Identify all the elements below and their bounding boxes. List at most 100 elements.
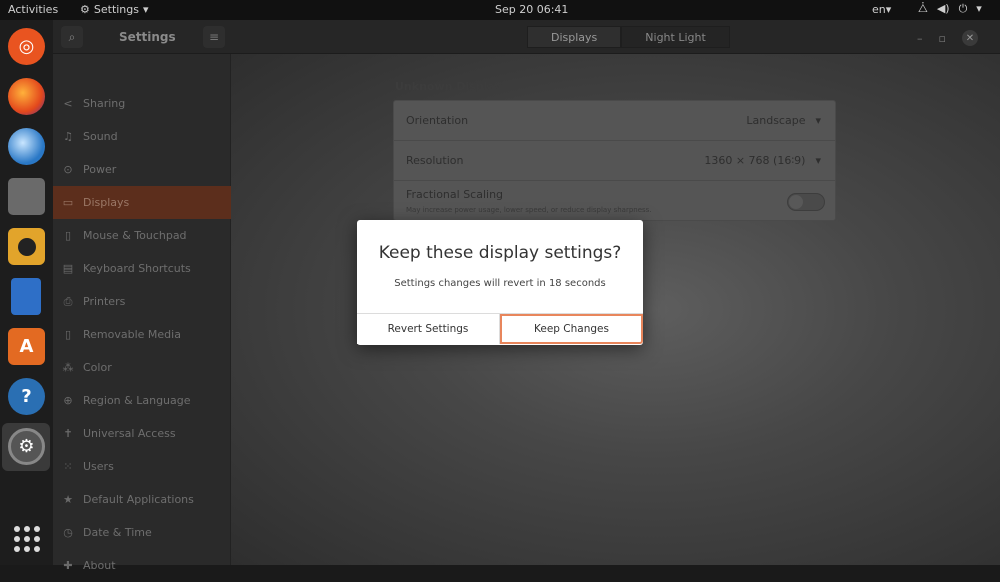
keep-changes-button[interactable]: Keep Changes — [500, 314, 643, 344]
tab-displays[interactable]: Displays — [527, 26, 622, 48]
ubuntu-logo-icon[interactable]: ◎ — [8, 28, 45, 65]
app-menu[interactable]: ⚙ Settings ▾ — [80, 3, 149, 16]
sidebar-item-region-language[interactable]: ⊕ Region & Language — [53, 384, 231, 417]
clock[interactable]: Sep 20 06:41 — [495, 3, 568, 16]
dialog-message: Settings changes will revert in 18 secon… — [394, 278, 606, 289]
keep-settings-dialog: Keep these display settings? Settings ch… — [357, 220, 643, 345]
input-source-menu[interactable]: en▾ — [872, 3, 891, 16]
settings-icon[interactable]: ⚙ — [8, 428, 45, 465]
clock-icon: ◷ — [63, 526, 73, 539]
sidebar-item-universal-access[interactable]: ✝ Universal Access — [53, 417, 231, 450]
gear-icon: ⚙ — [80, 3, 90, 16]
resolution-value: 1360 × 768 (16∶9) — [704, 154, 806, 167]
sidebar: < Sharing ♫ Sound ⊙ Power ▭ Displays ▯ Mouse … — [53, 54, 231, 572]
sidebar-item-label: Date & Time — [83, 526, 152, 539]
share-icon: < — [63, 97, 73, 110]
plus-icon: ✚ — [63, 559, 73, 572]
sidebar-item-users[interactable]: ⁙ Users — [53, 450, 231, 483]
color-icon: ⁂ — [62, 361, 74, 374]
hamburger-icon: ≡ — [208, 30, 220, 44]
firefox-icon[interactable] — [8, 78, 45, 115]
sidebar-item-sound[interactable]: ♫ Sound — [53, 120, 231, 153]
sidebar-item-label: Power — [83, 163, 117, 176]
sidebar-item-removable-media[interactable]: ▯ Removable Media — [53, 318, 231, 351]
orientation-row[interactable]: Orientation Landscape ▾ — [394, 101, 835, 141]
minimize-button[interactable]: – — [917, 32, 923, 45]
close-button[interactable]: ✕ — [961, 30, 978, 46]
media-icon: ▯ — [64, 328, 72, 341]
sidebar-item-displays[interactable]: ▭ Displays — [53, 186, 231, 219]
search-icon: ⌕ — [68, 29, 76, 44]
help-icon[interactable]: ? — [8, 378, 45, 415]
resolution-row[interactable]: Resolution 1360 × 768 (16∶9) ▾ — [394, 141, 835, 181]
network-icon: ⧊ — [918, 2, 928, 15]
maximize-button[interactable]: ▫ — [939, 32, 946, 45]
tab-night-light[interactable]: Night Light — [621, 26, 730, 48]
software-icon[interactable]: A — [8, 328, 45, 365]
sidebar-item-label: Default Applications — [83, 493, 194, 506]
sidebar-item-label: Sound — [83, 130, 118, 143]
resolution-dropdown[interactable]: 1360 × 768 (16∶9) ▾ — [704, 154, 821, 167]
sidebar-item-about[interactable]: ✚ About — [53, 549, 231, 582]
show-applications-icon[interactable] — [14, 526, 40, 552]
sidebar-item-label: Removable Media — [83, 328, 181, 341]
activities-button[interactable]: Activities — [8, 3, 58, 16]
display-name: Unknown Display — [395, 80, 502, 93]
files-icon[interactable] — [8, 178, 45, 215]
dialog-title: Keep these display settings? — [378, 243, 622, 263]
chevron-down-icon: ▾ — [815, 114, 821, 127]
globe-icon: ⊕ — [63, 394, 73, 407]
sidebar-item-color[interactable]: ⁂ Color — [53, 351, 231, 384]
writer-icon[interactable] — [11, 278, 41, 315]
chevron-down-icon: ▾ — [143, 3, 149, 16]
thunderbird-icon[interactable] — [8, 128, 45, 165]
sidebar-item-printers[interactable]: ⎙ Printers — [53, 285, 231, 318]
window-title: Settings — [119, 30, 176, 44]
music-note-icon: ♫ — [63, 130, 73, 143]
display-icon: ▭ — [62, 196, 74, 209]
rhythmbox-icon[interactable] — [8, 228, 45, 265]
orientation-dropdown[interactable]: Landscape ▾ — [746, 114, 821, 127]
app-menu-label: Settings — [93, 3, 139, 16]
dock: ◎ A ? ⚙ — [0, 20, 53, 565]
fractional-scaling-toggle[interactable] — [787, 193, 825, 211]
orientation-value: Landscape — [746, 114, 806, 127]
system-tray[interactable]: ⧊ ◀) ⏻ ▾ — [918, 2, 982, 16]
top-bar: Activities ⚙ Settings ▾ Sep 20 06:41 en▾… — [0, 0, 1000, 20]
search-button[interactable]: ⌕ — [61, 26, 83, 48]
resolution-label: Resolution — [406, 154, 464, 167]
fractional-scaling-label: Fractional Scaling — [406, 188, 504, 201]
sidebar-item-label: Displays — [83, 196, 130, 209]
printer-icon: ⎙ — [63, 294, 73, 308]
sidebar-item-label: Printers — [83, 295, 126, 308]
sidebar-item-label: Universal Access — [83, 427, 176, 440]
mouse-icon: ▯ — [64, 229, 72, 242]
tab-bar: Displays Night Light — [527, 26, 730, 48]
power-icon: ⏻ — [958, 2, 968, 15]
sidebar-item-power[interactable]: ⊙ Power — [53, 153, 231, 186]
sidebar-item-label: Sharing — [83, 97, 126, 110]
sidebar-item-label: Mouse & Touchpad — [83, 229, 187, 242]
chevron-down-icon: ▾ — [815, 154, 821, 167]
chevron-down-icon: ▾ — [976, 2, 982, 15]
sidebar-item-keyboard-shortcuts[interactable]: ▤ Keyboard Shortcuts — [53, 252, 231, 285]
power-icon: ⊙ — [63, 163, 73, 176]
sidebar-item-sharing[interactable]: < Sharing — [53, 87, 231, 120]
display-settings-list: Orientation Landscape ▾ Resolution 1360 ×… — [393, 100, 836, 221]
fractional-scaling-description: May increase power usage, lower speed, o… — [406, 206, 652, 214]
revert-settings-button[interactable]: Revert Settings — [357, 314, 500, 344]
users-icon: ⁙ — [63, 460, 73, 473]
close-icon: ✕ — [965, 32, 975, 44]
accessibility-icon: ✝ — [63, 427, 73, 440]
sidebar-item-default-applications[interactable]: ★ Default Applications — [53, 483, 231, 516]
sidebar-item-date-time[interactable]: ◷ Date & Time — [53, 516, 231, 549]
sidebar-item-label: Users — [83, 460, 114, 473]
keyboard-icon: ▤ — [62, 262, 74, 275]
sidebar-item-label: About — [83, 559, 116, 572]
orientation-label: Orientation — [406, 114, 469, 127]
header-bar: ⌕ Settings ≡ Displays Night Light – ▫ ✕ — [53, 20, 1000, 54]
input-source-label: en — [872, 3, 886, 16]
sidebar-item-mouse-touchpad[interactable]: ▯ Mouse & Touchpad — [53, 219, 231, 252]
menu-button[interactable]: ≡ — [203, 26, 225, 48]
sidebar-item-label: Region & Language — [83, 394, 191, 407]
